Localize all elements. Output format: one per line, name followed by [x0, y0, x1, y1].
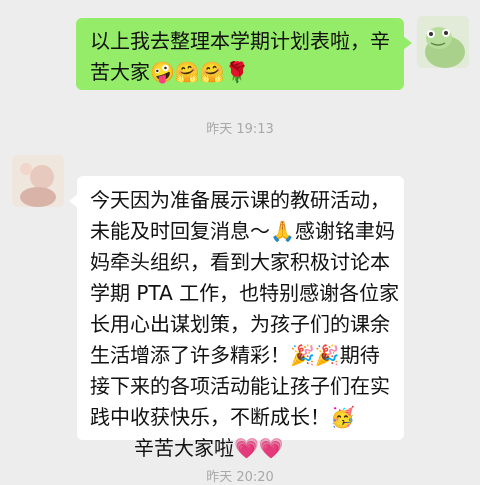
message-line: 生活增添了许多精彩！🎉🎉期待 [90, 343, 380, 367]
message-line: 践中收获快乐，不断成长！🥳 [90, 405, 355, 429]
timestamp: 昨天 19:13 [206, 122, 274, 137]
message-line: 苦大家🤪🤗🤗🌹 [90, 60, 250, 84]
peer-message-bubble[interactable]: 今天因为准备展示课的教研活动， 未能及时回复消息～🙏感谢铭聿妈 妈牵头组织，看到… [69, 176, 404, 460]
peer-avatar[interactable] [12, 155, 64, 207]
frog-avatar-image [417, 16, 469, 68]
message-line: 以上我去整理本学期计划表啦，辛 [90, 29, 390, 53]
self-message-bubble[interactable]: 以上我去整理本学期计划表啦，辛 苦大家🤪🤗🤗🌹 [76, 18, 412, 90]
message-line: 今天因为准备展示课的教研活动， [90, 188, 390, 212]
message-line: 学期 PTA 工作，也特别感谢各位家 [90, 281, 400, 305]
message-line: 接下来的各项活动能让孩子们在实 [90, 374, 390, 398]
peer-avatar-image [12, 155, 64, 207]
message-line: 未能及时回复消息～🙏感谢铭聿妈 [90, 219, 395, 243]
message-line: 妈牵头组织，看到大家积极讨论本 [90, 250, 390, 274]
timestamp: 昨天 20:20 [206, 470, 274, 485]
message-line: 长用心出谋划策，为孩子们的课余 [90, 312, 390, 336]
message-line: 辛苦大家啦💗💗 [134, 436, 284, 460]
self-avatar[interactable] [417, 16, 469, 68]
